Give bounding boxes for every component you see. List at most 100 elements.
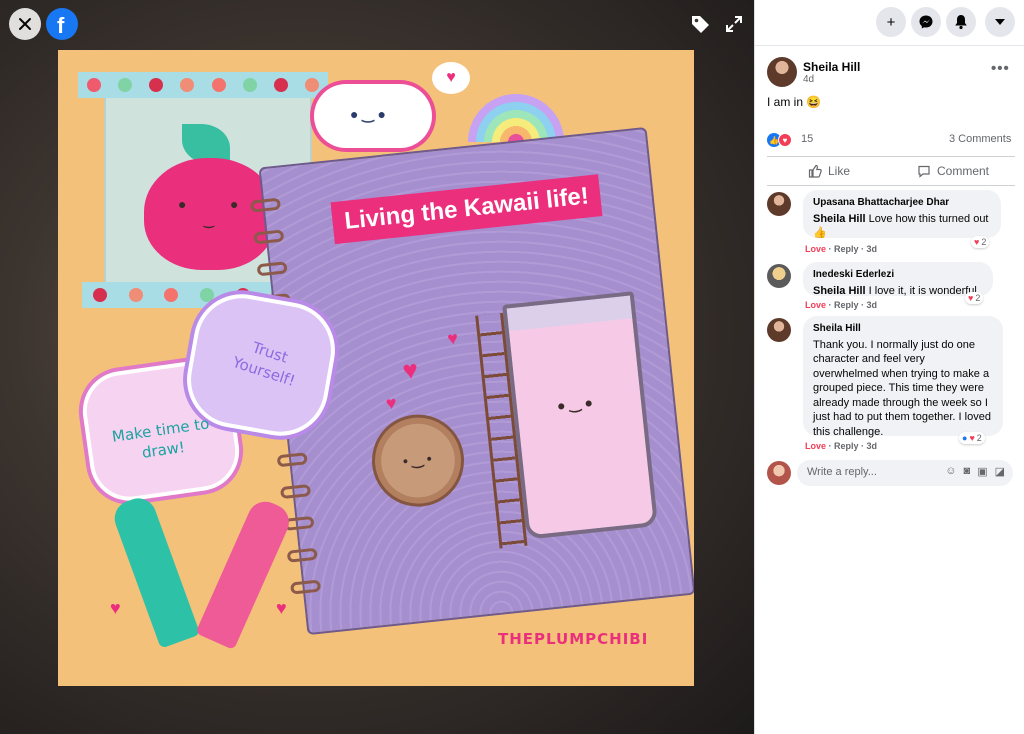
comment: Inedeski Ederlezi Sheila Hill I love it,… xyxy=(767,262,1017,314)
avatar[interactable] xyxy=(767,264,791,288)
reply-input[interactable]: Write a reply... ☺ ◙ ▣ ◪ xyxy=(797,460,1013,486)
caret-down-icon xyxy=(995,19,1005,25)
heart-icon: ♥ xyxy=(384,392,398,414)
kawaii-rainbow xyxy=(452,70,580,142)
comment: Sheila Hill Thank you. I normally just d… xyxy=(767,316,1017,454)
expand-icon xyxy=(726,16,742,32)
comment-reaction-count: 2 xyxy=(975,293,981,303)
pink-pencil xyxy=(195,495,295,651)
comment-time[interactable]: 3d xyxy=(867,441,878,451)
comment-author[interactable]: Sheila Hill xyxy=(813,322,993,337)
reply-tools: ☺ ◙ ▣ ◪ xyxy=(945,465,1005,478)
post-text: I am in 😆 xyxy=(767,95,822,109)
kawaii-apple: ● ● ‿ xyxy=(144,158,276,270)
fullscreen-button[interactable] xyxy=(718,8,750,40)
comment-reactions[interactable]: ♥ 2 xyxy=(971,236,990,248)
love-reaction-icon: ♥ xyxy=(974,237,980,247)
emoji-icon[interactable]: ☺ xyxy=(945,465,956,478)
comment-reaction-count: 2 xyxy=(976,433,982,443)
reply-placeholder: Write a reply... xyxy=(807,466,877,478)
comment-meta: Love · Reply · 3d xyxy=(805,244,878,254)
comment-author[interactable]: Inedeski Ederlezi xyxy=(813,268,983,283)
heart-icon: ♥ xyxy=(400,354,420,386)
post-timestamp[interactable]: 4d xyxy=(803,74,814,85)
close-button[interactable] xyxy=(9,8,41,40)
tag-photo-button[interactable] xyxy=(684,8,716,40)
avatar[interactable] xyxy=(767,461,791,485)
comment-meta: Love · Reply · 3d xyxy=(805,441,878,451)
reaction-count[interactable]: 15 xyxy=(801,133,813,145)
comment-text: I love it, it is wonderful. xyxy=(865,284,980,297)
comment-bubble: Upasana Bhattacharjee Dhar Sheila Hill L… xyxy=(803,190,1001,239)
notebook-title: Living the Kawaii life! xyxy=(330,174,603,245)
comment-reactions[interactable]: ● ♥ 2 xyxy=(959,432,985,444)
close-icon xyxy=(19,18,31,30)
comment-author[interactable]: Upasana Bhattacharjee Dhar xyxy=(813,196,991,211)
plus-icon: + xyxy=(886,13,896,31)
comment-text: Thank you. I normally just do one charac… xyxy=(813,338,991,438)
avatar[interactable] xyxy=(767,57,797,87)
top-bar: + xyxy=(755,0,1024,46)
reaction-icons[interactable]: 👍 ♥ xyxy=(767,133,792,147)
messenger-button[interactable] xyxy=(911,7,941,37)
comment-mention[interactable]: Sheila Hill xyxy=(813,285,866,297)
like-label: Like xyxy=(827,164,850,178)
comment-love-button[interactable]: Love xyxy=(805,244,826,254)
reply-row: Write a reply... ☺ ◙ ▣ ◪ xyxy=(767,458,1017,488)
like-reaction-icon: ● xyxy=(962,433,968,443)
comment-time[interactable]: 3d xyxy=(867,244,878,254)
comment-label: Comment xyxy=(936,164,989,178)
post-actions: Like Comment xyxy=(767,156,1015,186)
comment-reply-button[interactable]: Reply xyxy=(834,300,859,310)
avatar[interactable] xyxy=(767,318,791,342)
heart-bubble: ♥ xyxy=(432,62,470,94)
avatar[interactable] xyxy=(767,192,791,216)
svg-text:f: f xyxy=(57,13,65,38)
post-panel: + Sheila Hill 4d ••• I am in 😆 👍 ♥ 15 3 … xyxy=(754,0,1024,734)
comment-time[interactable]: 3d xyxy=(867,300,878,310)
create-button[interactable]: + xyxy=(876,7,906,37)
more-options-button[interactable]: ••• xyxy=(991,60,1010,77)
comment-button[interactable]: Comment xyxy=(891,164,1015,178)
account-menu-button[interactable] xyxy=(985,7,1015,37)
washi-tape xyxy=(78,72,328,98)
comment-reply-button[interactable]: Reply xyxy=(834,441,859,451)
comment-mention[interactable]: Sheila Hill xyxy=(813,213,866,225)
heart-icon: ♥ xyxy=(110,598,121,618)
comment-reactions[interactable]: ♥ 2 xyxy=(965,292,984,304)
comment-love-button[interactable]: Love xyxy=(805,300,826,310)
notifications-button[interactable] xyxy=(946,7,976,37)
comment: Upasana Bhattacharjee Dhar Sheila Hill L… xyxy=(767,190,1017,256)
comment-reply-button[interactable]: Reply xyxy=(834,244,859,254)
sticker-icon[interactable]: ◪ xyxy=(995,465,1005,478)
bell-icon xyxy=(955,15,967,30)
heart-icon: ♥ xyxy=(446,327,460,349)
love-reaction-icon: ♥ xyxy=(778,133,792,147)
gif-icon[interactable]: ▣ xyxy=(977,465,987,478)
comment-reaction-count: 2 xyxy=(981,237,987,247)
comment-meta: Love · Reply · 3d xyxy=(805,300,878,310)
comment-bubble: Sheila Hill Thank you. I normally just d… xyxy=(803,316,1003,438)
post-author[interactable]: Sheila Hill xyxy=(803,60,860,74)
thumbs-up-icon xyxy=(808,164,822,178)
comment-icon xyxy=(918,165,930,178)
love-reaction-icon: ♥ xyxy=(968,293,974,303)
kawaii-cookie: • ‿ • xyxy=(367,410,469,512)
comment-bubble: Inedeski Ederlezi Sheila Hill I love it,… xyxy=(803,262,993,297)
camera-icon[interactable]: ◙ xyxy=(964,465,971,478)
like-button[interactable]: Like xyxy=(767,164,891,178)
photo-viewer: f ● ● ‿ ● ‿ ● ♥ Living the Kawaii life! … xyxy=(0,0,754,734)
comment-love-button[interactable]: Love xyxy=(805,441,826,451)
tag-icon xyxy=(692,16,709,33)
comment-count[interactable]: 3 Comments xyxy=(949,133,1011,145)
facebook-f-icon: f xyxy=(57,13,65,38)
milk-glass: ● ‿ ● xyxy=(502,291,659,540)
green-pencil xyxy=(109,493,201,649)
kawaii-cloud: ● ‿ ● xyxy=(314,84,432,148)
love-reaction-icon: ♥ xyxy=(969,433,975,443)
messenger-icon xyxy=(919,15,933,29)
artist-watermark: THEPLUMPCHIBI xyxy=(498,630,649,648)
heart-icon: ♥ xyxy=(276,598,287,618)
facebook-logo[interactable]: f xyxy=(46,8,78,40)
post-photo[interactable]: ● ● ‿ ● ‿ ● ♥ Living the Kawaii life! ● … xyxy=(58,50,694,686)
